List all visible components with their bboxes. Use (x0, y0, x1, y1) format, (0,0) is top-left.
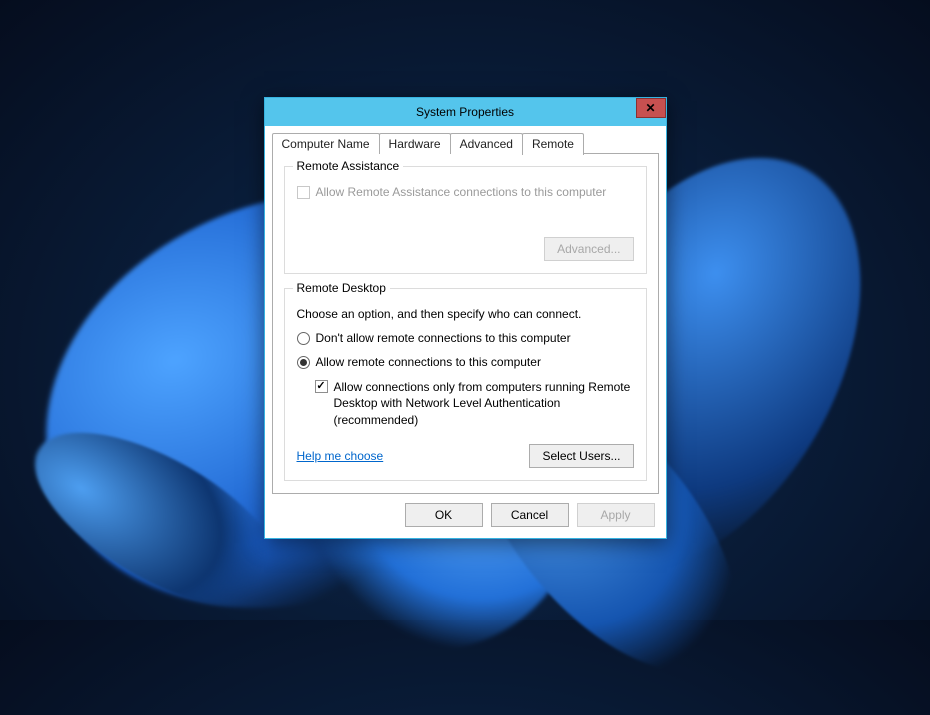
select-users-button[interactable]: Select Users... (529, 444, 633, 468)
system-properties-window: System Properties ✕ Computer Name Hardwa… (264, 97, 667, 539)
radio-allow-row[interactable]: Allow remote connections to this compute… (297, 355, 634, 369)
remote-desktop-description: Choose an option, and then specify who c… (297, 307, 634, 321)
tab-panel-remote: Remote Assistance Allow Remote Assistanc… (272, 153, 659, 494)
help-me-choose-link[interactable]: Help me choose (297, 449, 384, 463)
titlebar[interactable]: System Properties ✕ (265, 98, 666, 126)
allow-remote-assistance-label: Allow Remote Assistance connections to t… (316, 185, 607, 199)
remote-assistance-group: Remote Assistance Allow Remote Assistanc… (284, 166, 647, 274)
dialog-button-row: OK Cancel Apply (265, 495, 666, 538)
radio-allow[interactable] (297, 356, 310, 369)
remote-assistance-advanced-button[interactable]: Advanced... (544, 237, 633, 261)
radio-deny-row[interactable]: Don't allow remote connections to this c… (297, 331, 634, 345)
tab-remote[interactable]: Remote (522, 133, 584, 155)
cancel-button[interactable]: Cancel (491, 503, 569, 527)
nla-checkbox[interactable] (315, 380, 328, 393)
radio-deny[interactable] (297, 332, 310, 345)
tab-advanced[interactable]: Advanced (450, 133, 523, 154)
nla-label: Allow connections only from computers ru… (334, 379, 634, 428)
window-title: System Properties (265, 105, 666, 119)
radio-deny-label: Don't allow remote connections to this c… (316, 331, 571, 345)
tab-hardware[interactable]: Hardware (379, 133, 451, 154)
remote-assistance-title: Remote Assistance (293, 159, 404, 173)
allow-remote-assistance-row[interactable]: Allow Remote Assistance connections to t… (297, 185, 634, 199)
remote-desktop-title: Remote Desktop (293, 281, 390, 295)
close-icon: ✕ (645, 101, 655, 115)
allow-remote-assistance-checkbox[interactable] (297, 186, 310, 199)
ok-button[interactable]: OK (405, 503, 483, 527)
tab-computer-name[interactable]: Computer Name (272, 133, 380, 154)
remote-desktop-group: Remote Desktop Choose an option, and the… (284, 288, 647, 481)
apply-button[interactable]: Apply (577, 503, 655, 527)
nla-checkbox-row[interactable]: Allow connections only from computers ru… (315, 379, 634, 428)
radio-allow-label: Allow remote connections to this compute… (316, 355, 541, 369)
tab-row: Computer Name Hardware Advanced Remote (272, 133, 659, 154)
window-body: Computer Name Hardware Advanced Remote R… (265, 126, 666, 495)
close-button[interactable]: ✕ (636, 98, 666, 118)
